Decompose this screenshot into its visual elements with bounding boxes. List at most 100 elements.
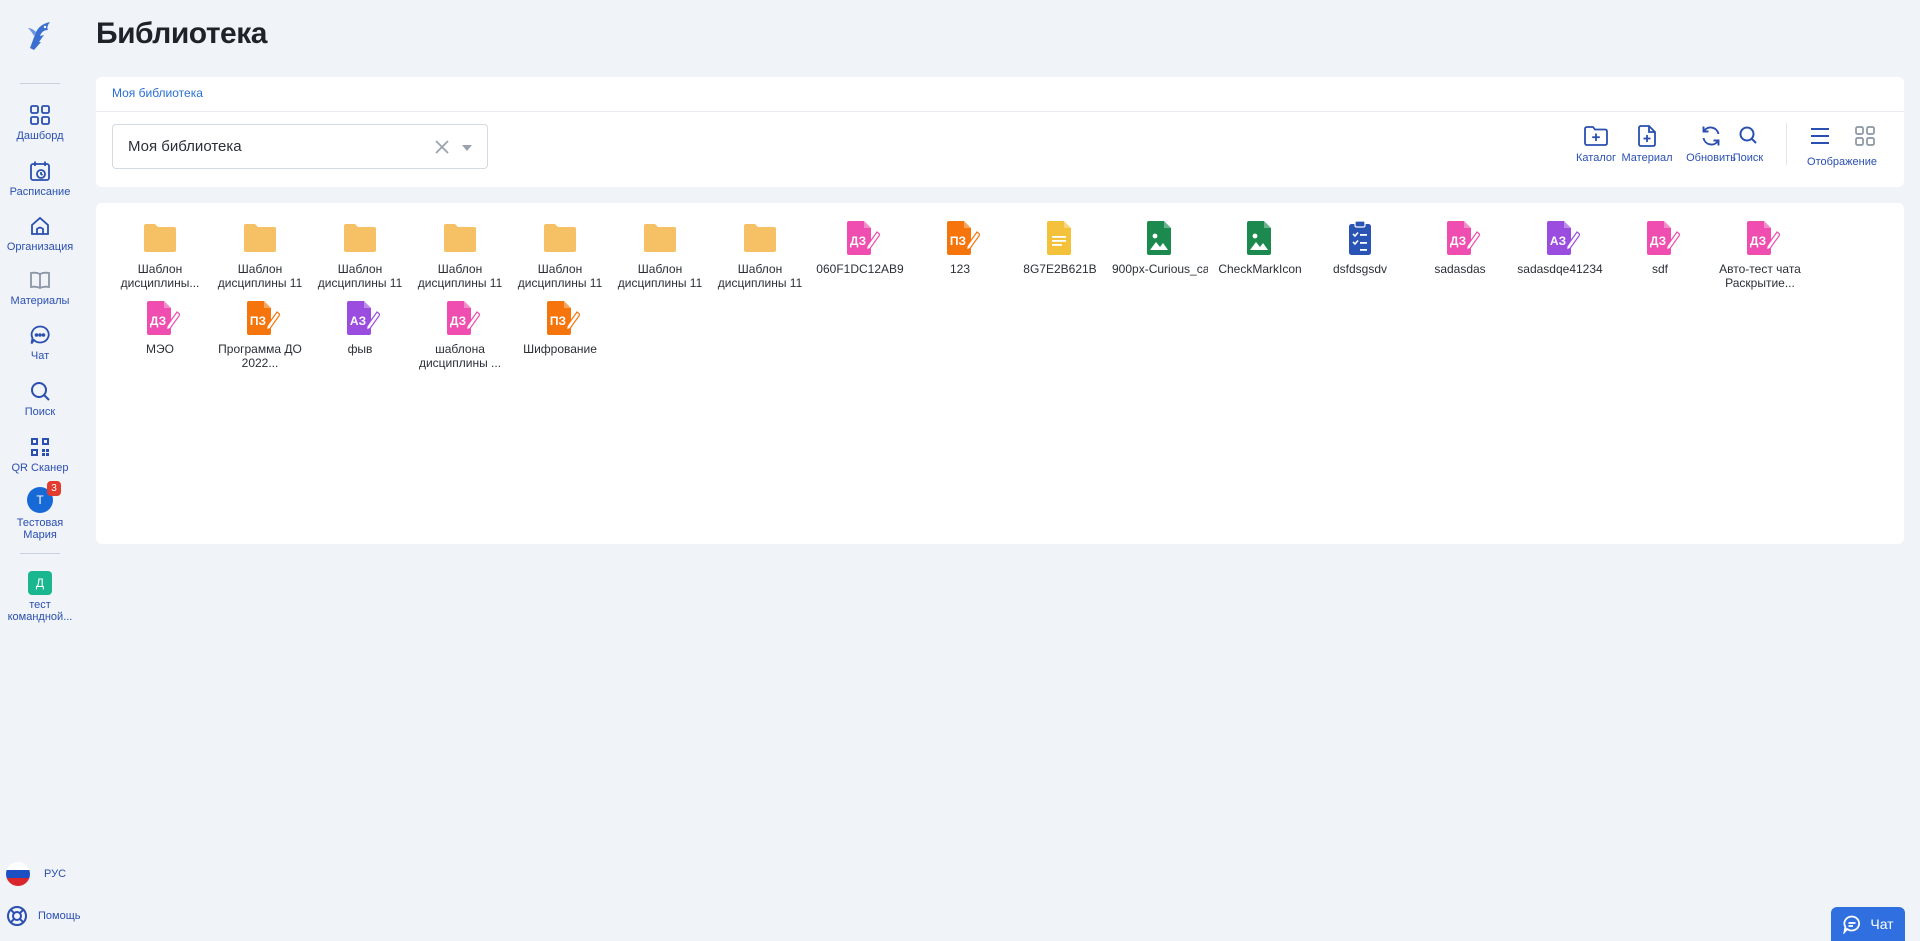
file-item[interactable]: ДЗ Авто-тест чата Раскрытие...	[1712, 220, 1808, 290]
material-label: Материал	[1621, 152, 1673, 164]
file-item[interactable]: ПЗ 123	[912, 220, 1008, 276]
divider	[96, 111, 1904, 112]
page-title: Библиотека	[96, 17, 267, 50]
add-material-button[interactable]: Материал	[1617, 124, 1677, 164]
svg-text:ПЗ: ПЗ	[550, 314, 566, 328]
homework-icon: ДЗ	[1440, 220, 1481, 256]
file-item[interactable]: 900px-Curious_cat_sta	[1112, 220, 1208, 276]
grid-view-icon[interactable]	[1854, 124, 1876, 148]
sidebar-item-materials[interactable]: Материалы	[0, 269, 80, 307]
file-item[interactable]: dsfdsgsdv	[1312, 220, 1408, 276]
team-name: тест командной...	[7, 599, 73, 623]
file-item[interactable]: АЗ sadasdqe41234	[1512, 220, 1608, 276]
logo-icon[interactable]	[22, 18, 58, 54]
sidebar-item-search[interactable]: Поиск	[0, 380, 80, 418]
folder-item[interactable]: Шаблон дисциплины...	[112, 220, 208, 290]
sidebar-item-chat[interactable]: Чат	[0, 324, 80, 362]
folder-item[interactable]: Шаблон дисциплины 11	[512, 220, 608, 290]
folder-item[interactable]: Шаблон дисциплины 11	[412, 220, 508, 290]
file-plus-icon	[1638, 125, 1656, 147]
sidebar-item-schedule[interactable]: Расписание	[0, 160, 80, 198]
practice-icon: ПЗ	[540, 300, 581, 336]
file-name: Программа ДО 2022...	[218, 342, 302, 370]
library-select-value: Моя библиотека	[128, 138, 242, 155]
folder-item[interactable]: Шаблон дисциплины 11	[212, 220, 308, 290]
refresh-icon	[1702, 126, 1720, 146]
sidebar-user[interactable]: Т 3 Тестовая Мария	[0, 481, 80, 541]
file-item[interactable]: ДЗ шаблона дисциплины ...	[412, 300, 508, 370]
file-name: шаблона дисциплины ...	[418, 342, 502, 370]
sidebar-item-organization[interactable]: Организация	[0, 215, 80, 253]
svg-text:ДЗ: ДЗ	[1650, 234, 1666, 248]
file-name: CheckMarkIcon	[1218, 262, 1302, 276]
file-item[interactable]: ДЗ sadasdas	[1412, 220, 1508, 276]
homework-icon-graphic: ДЗ	[447, 301, 481, 335]
homework-icon: ДЗ	[140, 300, 181, 336]
file-item[interactable]: CheckMarkIcon	[1212, 220, 1308, 276]
file-name: Авто-тест чата Раскрытие...	[1719, 262, 1801, 290]
help-link[interactable]: Помощь	[6, 905, 81, 927]
folder-item[interactable]: Шаблон дисциплины 11	[712, 220, 808, 290]
library-select[interactable]: Моя библиотека	[112, 124, 488, 169]
avatar-wrap: Т 3	[27, 481, 61, 513]
image-icon	[1140, 220, 1180, 256]
chevron-down-icon[interactable]	[462, 145, 472, 151]
image-icon	[1240, 220, 1280, 256]
homework-icon-graphic: ДЗ	[1747, 221, 1781, 255]
assignment-icon: АЗ	[340, 300, 381, 336]
sidebar-team[interactable]: Д тест командной...	[0, 571, 80, 623]
search-button[interactable]: Поиск	[1728, 124, 1768, 164]
document-icon	[1040, 220, 1080, 256]
home-icon	[31, 216, 49, 235]
practice-icon-graphic: ПЗ	[547, 301, 581, 335]
folder-icon	[440, 220, 480, 256]
breadcrumb[interactable]: Моя библиотека	[112, 86, 203, 100]
chat-button[interactable]: Чат	[1831, 907, 1905, 941]
practice-icon: ПЗ	[240, 300, 281, 336]
file-name: 900px-Curious_cat_sta	[1112, 262, 1208, 276]
file-name: 8G7E2B621B	[1023, 262, 1097, 276]
sidebar-item-label: Чат	[30, 350, 50, 362]
assignment-icon: АЗ	[1540, 220, 1581, 256]
folder-icon-graphic	[544, 224, 576, 252]
folder-plus-icon	[1584, 126, 1608, 146]
folder-item[interactable]: Шаблон дисциплины 11	[612, 220, 708, 290]
folder-icon	[140, 220, 180, 256]
test-icon-graphic	[1349, 220, 1371, 255]
file-item[interactable]: ДЗ 060F1DC12AB9	[812, 220, 908, 276]
add-catalog-button[interactable]: Каталог	[1570, 124, 1622, 164]
folder-icon	[540, 220, 580, 256]
file-item[interactable]: ПЗ Программа ДО 2022...	[212, 300, 308, 370]
sidebar-item-label: Материалы	[10, 295, 70, 307]
language-switcher[interactable]: РУС	[6, 862, 66, 886]
file-name: 060F1DC12AB9	[816, 262, 904, 276]
file-name: Шаблон дисциплины 11	[517, 262, 603, 290]
sidebar-divider	[20, 553, 60, 554]
file-item[interactable]: ПЗ Шифрование	[512, 300, 608, 356]
display-mode-toggle[interactable]: Отображение	[1802, 124, 1882, 168]
sidebar-item-dashboard[interactable]: Дашборд	[0, 104, 80, 142]
assignment-icon-graphic: АЗ	[347, 301, 381, 335]
file-item[interactable]: 8G7E2B621B	[1012, 220, 1108, 276]
homework-icon-graphic: ДЗ	[1647, 221, 1681, 255]
file-item[interactable]: ДЗ МЭО	[112, 300, 208, 356]
practice-icon-graphic: ПЗ	[947, 221, 981, 255]
display-icons	[1802, 124, 1882, 152]
image-icon-graphic	[1147, 221, 1171, 255]
file-name: МЭО	[146, 342, 174, 356]
list-view-icon[interactable]	[1809, 124, 1831, 148]
file-name: sadasdqe41234	[1517, 262, 1603, 276]
svg-text:ДЗ: ДЗ	[150, 314, 166, 328]
sidebar-item-qr-scanner[interactable]: QR Сканер	[0, 436, 80, 474]
lifebuoy-icon	[7, 906, 27, 926]
folder-item[interactable]: Шаблон дисциплины 11	[312, 220, 408, 290]
search-icon	[31, 382, 50, 401]
folder-icon-graphic	[244, 224, 276, 252]
chat-bubble-icon	[1843, 915, 1861, 934]
file-item[interactable]: АЗ фыв	[312, 300, 408, 356]
folder-icon-graphic	[744, 224, 776, 252]
svg-text:АЗ: АЗ	[350, 314, 366, 328]
homework-icon: ДЗ	[1640, 220, 1681, 256]
file-item[interactable]: ДЗ sdf	[1612, 220, 1708, 276]
clear-icon[interactable]	[433, 138, 451, 156]
